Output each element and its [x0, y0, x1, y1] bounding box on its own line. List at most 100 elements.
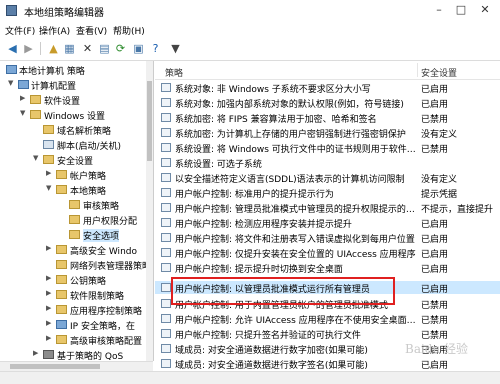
- tree-item[interactable]: ▶ 基于策略的 QoS: [0, 348, 153, 361]
- list-row[interactable]: 系统加密: 将 FIPS 兼容算法用于加密、哈希和签名 已禁用: [155, 111, 500, 125]
- tree-item[interactable]: 审核策略: [0, 198, 153, 212]
- tree-item[interactable]: ▼ Windows 设置: [0, 108, 153, 122]
- tree-item[interactable]: ▶ 公钥策略: [0, 273, 153, 287]
- expand-arrow-icon[interactable]: ▶: [46, 334, 54, 342]
- folder-icon: [56, 290, 67, 299]
- list-row[interactable]: 系统对象: 非 Windows 子系统不要求区分大小写 已启用: [155, 81, 500, 95]
- menu-view[interactable]: 查看(V): [76, 24, 107, 37]
- policy-value: 已禁用: [421, 115, 449, 125]
- list-row[interactable]: 用户帐户控制: 检测应用程序安装并提示提升 已启用: [155, 216, 500, 230]
- tree-horizontal-scrollbar[interactable]: [0, 361, 153, 371]
- list-row[interactable]: 用户帐户控制: 提示提升时切换到安全桌面 已启用: [155, 261, 500, 275]
- list-row[interactable]: 用户帐户控制: 管理员批准模式中管理员的提升权限提示的… 不提示，直接提升: [155, 201, 500, 215]
- tree-item-label: 本地计算机 策略: [19, 67, 85, 77]
- tree-item-label: 用户权限分配: [83, 217, 138, 227]
- folder-icon: [43, 125, 54, 134]
- column-divider[interactable]: [417, 63, 418, 77]
- tree-item-label: IP 安全策略，在: [70, 322, 135, 332]
- tree-item-label: 高级安全 Windo: [70, 247, 137, 257]
- column-header-policy[interactable]: 策略: [165, 66, 183, 79]
- expand-arrow-icon[interactable]: ▼: [46, 184, 54, 192]
- tree-item[interactable]: ▼ 安全设置: [0, 153, 153, 167]
- app-icon: [6, 5, 17, 16]
- forward-icon[interactable]: ▶: [21, 41, 36, 56]
- folder-icon: [69, 230, 80, 239]
- list-row[interactable]: 系统对象: 加强内部系统对象的默认权限(例如，符号链接) 已启用: [155, 96, 500, 110]
- policy-value: 已启用: [421, 85, 449, 95]
- list-row[interactable]: 域成员: 对安全通道数据进行数字签名(如果可能) 已启用: [155, 357, 500, 371]
- expand-arrow-icon[interactable]: ▼: [33, 154, 41, 162]
- scrollbar-thumb[interactable]: [147, 81, 152, 161]
- menu-help[interactable]: 帮助(H): [113, 24, 145, 37]
- close-button[interactable]: ✕: [476, 3, 494, 16]
- export-icon[interactable]: ▣: [131, 41, 146, 56]
- list-row[interactable]: 系统加密: 为计算机上存储的用户密钥强制进行强密钥保护 没有定义: [155, 126, 500, 140]
- policy-name: 用户帐户控制: 允许 UIAccess 应用程序在不使用安全桌面…: [175, 316, 416, 326]
- expand-arrow-icon[interactable]: ▶: [33, 349, 41, 357]
- tree-item[interactable]: 脚本(启动/关机): [0, 138, 153, 152]
- list-row[interactable]: 用户帐户控制: 仅提升安装在安全位置的 UIAccess 应用程序 已启用: [155, 246, 500, 260]
- annotation-highlight-box: [171, 277, 395, 305]
- folder-icon: [56, 170, 67, 179]
- tree-item[interactable]: 本地计算机 策略: [0, 63, 153, 77]
- list-row[interactable]: 用户帐户控制: 允许 UIAccess 应用程序在不使用安全桌面… 已禁用: [155, 312, 500, 326]
- policy-icon: [161, 314, 171, 323]
- tree-item[interactable]: 域名解析策略: [0, 123, 153, 137]
- policy-icon: [161, 143, 171, 152]
- tree-item[interactable]: 用户权限分配: [0, 213, 153, 227]
- scrollbar-thumb[interactable]: [10, 364, 100, 369]
- up-folder-icon[interactable]: ▲: [46, 41, 61, 56]
- menu-file[interactable]: 文件(F): [5, 24, 35, 37]
- list-row[interactable]: 系统设置: 可选子系统: [155, 156, 500, 170]
- tree-item[interactable]: ▶ 应用程序控制策略: [0, 303, 153, 317]
- tree-vertical-scrollbar[interactable]: [146, 61, 153, 361]
- tree-item[interactable]: ▼ 本地策略: [0, 183, 153, 197]
- filter-icon[interactable]: ▼: [168, 41, 183, 56]
- tree-item-security-options[interactable]: 安全选项: [0, 228, 153, 242]
- policy-value: 已禁用: [421, 145, 449, 155]
- properties-icon[interactable]: ▤: [97, 41, 112, 56]
- minimize-button[interactable]: –: [430, 3, 448, 16]
- menu-action[interactable]: 操作(A): [39, 24, 70, 37]
- list-row[interactable]: 用户帐户控制: 标准用户的提升提示行为 提示凭据: [155, 186, 500, 200]
- policy-name: 系统对象: 加强内部系统对象的默认权限(例如，符号链接): [175, 100, 404, 110]
- policy-value: 已启用: [421, 100, 449, 110]
- refresh-icon[interactable]: ⟳: [113, 41, 128, 56]
- back-icon[interactable]: ◀: [5, 41, 20, 56]
- expand-arrow-icon[interactable]: ▶: [46, 289, 54, 297]
- ip-security-icon: [56, 320, 67, 329]
- policy-value: 已启用: [421, 285, 449, 295]
- folder-icon: [56, 335, 67, 344]
- tree-item[interactable]: ▶ 软件限制策略: [0, 288, 153, 302]
- expand-arrow-icon[interactable]: ▶: [20, 94, 28, 102]
- column-header-setting[interactable]: 安全设置: [421, 66, 457, 79]
- show-tree-icon[interactable]: ▦: [62, 41, 77, 56]
- list-row[interactable]: 用户帐户控制: 只提升签名并验证的可执行文件 已禁用: [155, 327, 500, 341]
- expand-arrow-icon[interactable]: ▶: [46, 169, 54, 177]
- policy-icon: [161, 283, 171, 292]
- policy-name: 用户帐户控制: 只提升签名并验证的可执行文件: [175, 331, 361, 341]
- expand-arrow-icon[interactable]: ▼: [20, 109, 28, 117]
- delete-icon[interactable]: ✕: [80, 41, 95, 56]
- tree-item[interactable]: ▶ 帐户策略: [0, 168, 153, 182]
- list-row[interactable]: 用户帐户控制: 将文件和注册表写入错误虚拟化到每用户位置 已启用: [155, 231, 500, 245]
- tree-item[interactable]: ▶ IP 安全策略，在: [0, 318, 153, 332]
- expand-arrow-icon[interactable]: ▶: [46, 274, 54, 282]
- tree-item[interactable]: ▶ 软件设置: [0, 93, 153, 107]
- expand-arrow-icon[interactable]: ▶: [46, 304, 54, 312]
- window-title: 本地组策略编辑器: [24, 8, 104, 19]
- maximize-button[interactable]: □: [452, 3, 470, 16]
- tree-item[interactable]: ▼ 计算机配置: [0, 78, 153, 92]
- tree-item[interactable]: 网络列表管理器策略: [0, 258, 153, 272]
- policy-icon: [161, 188, 171, 197]
- tree-item[interactable]: ▶ 高级安全 Windo: [0, 243, 153, 257]
- expand-arrow-icon[interactable]: ▶: [46, 319, 54, 327]
- list-row[interactable]: 系统设置: 将 Windows 可执行文件中的证书规则用于软件… 已禁用: [155, 141, 500, 155]
- list-row[interactable]: 以安全描述符定义语言(SDDL)语法表示的计算机访问限制 没有定义: [155, 171, 500, 185]
- tree-item[interactable]: ▶ 高级审核策略配置: [0, 333, 153, 347]
- policy-icon: [161, 233, 171, 242]
- expand-arrow-icon[interactable]: ▶: [46, 244, 54, 252]
- policy-name: 用户帐户控制: 检测应用程序安装并提示提升: [175, 220, 352, 230]
- help-icon[interactable]: ?: [148, 41, 163, 56]
- expand-arrow-icon[interactable]: ▼: [8, 79, 16, 87]
